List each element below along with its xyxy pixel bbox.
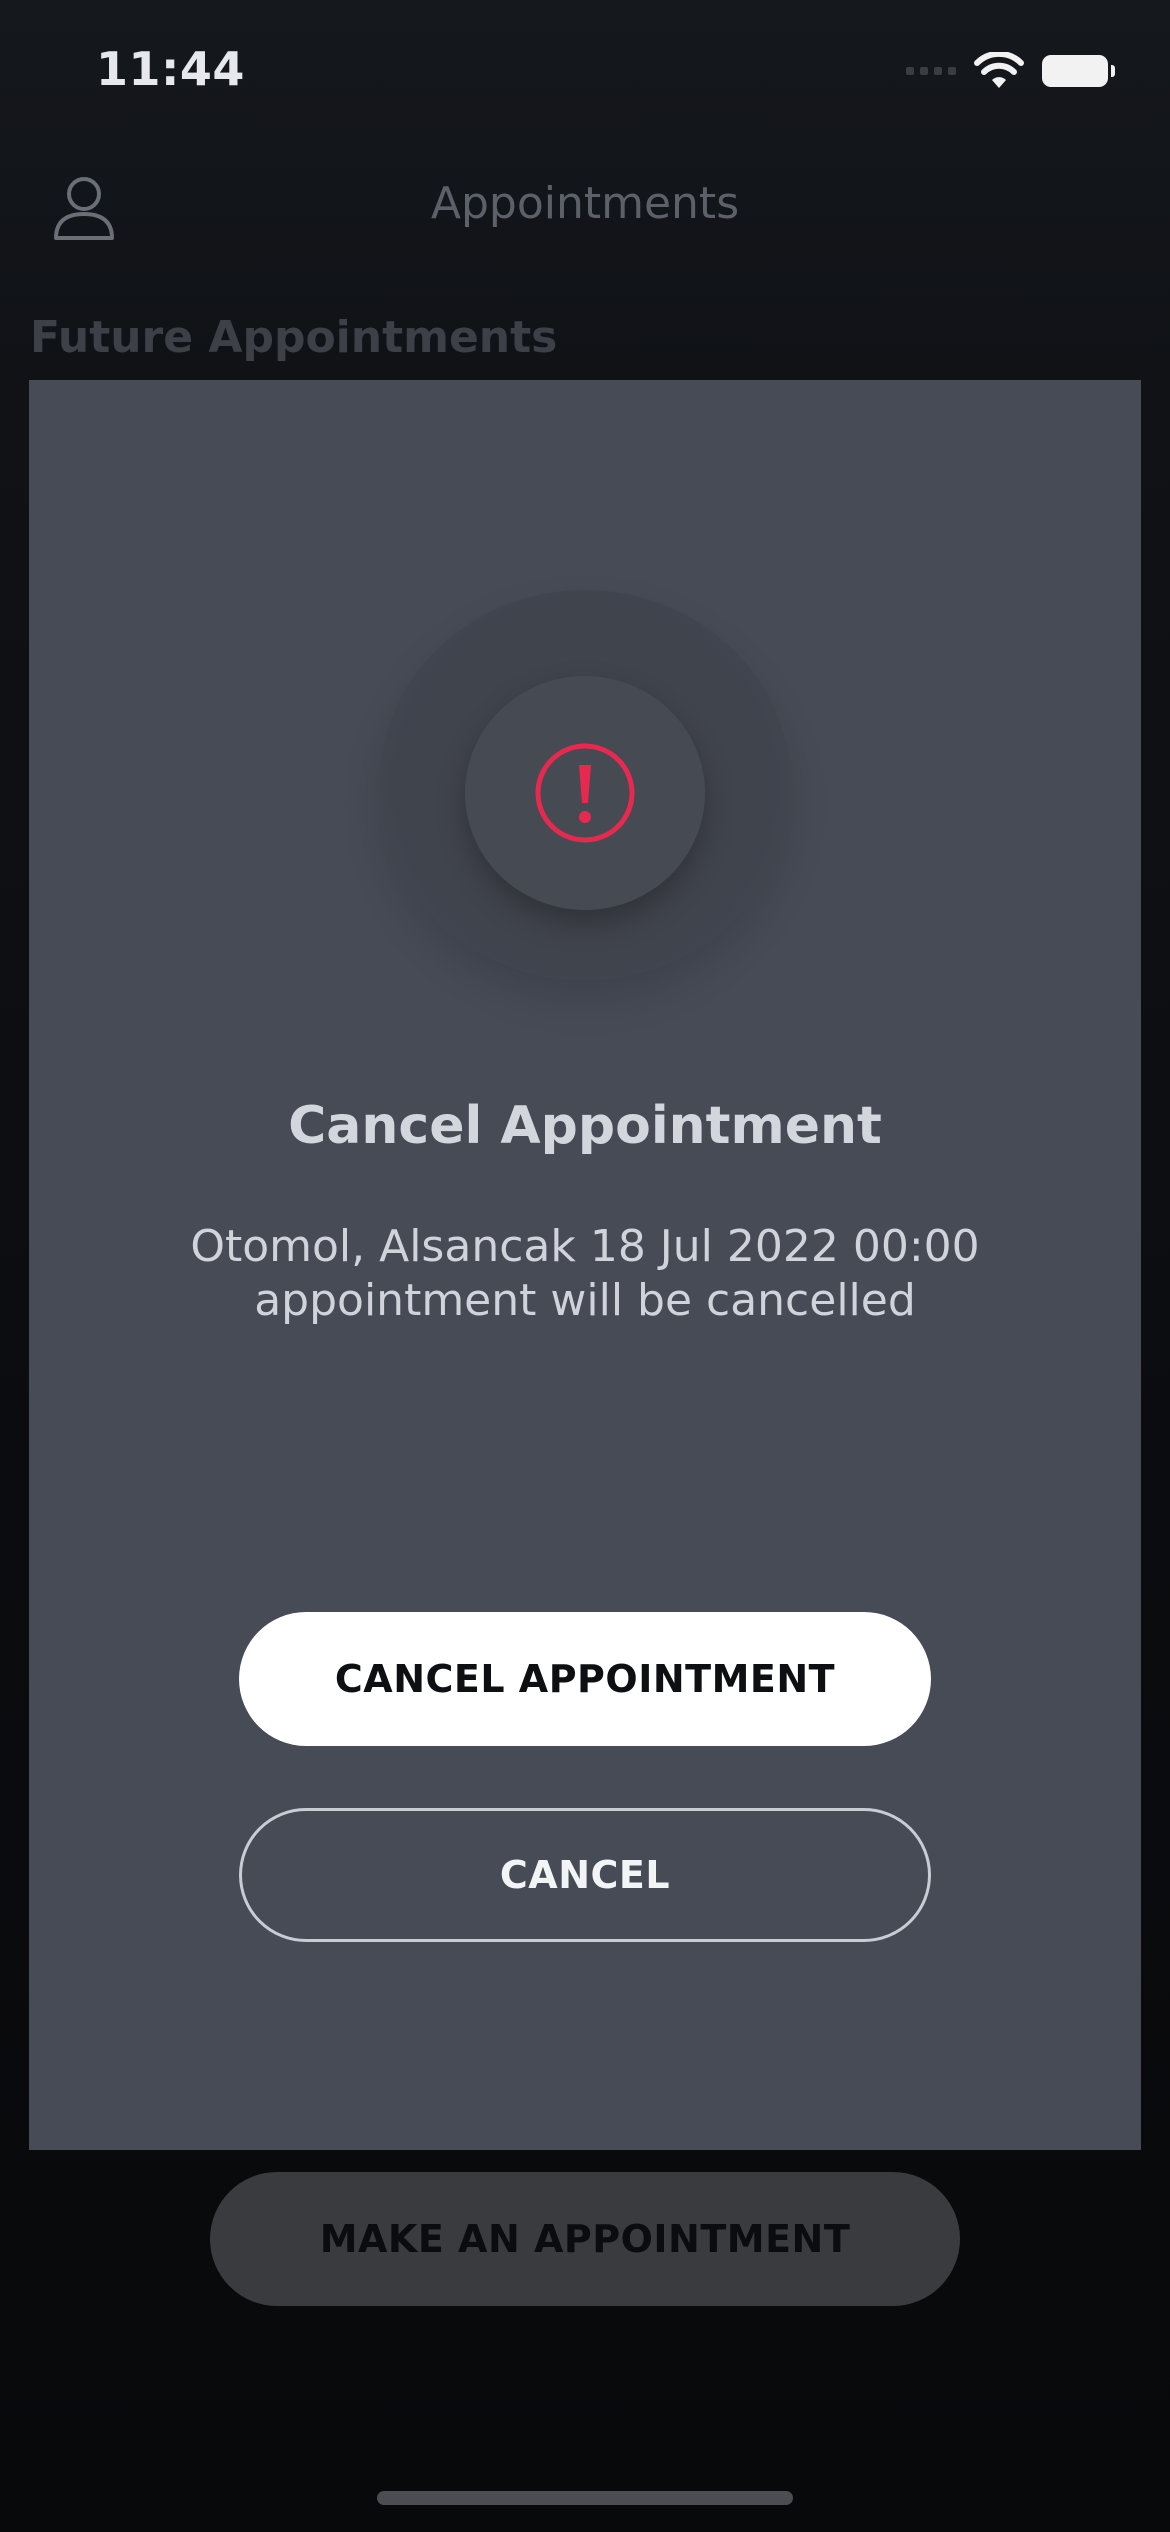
battery-icon [1042,55,1115,87]
cancel-appointment-dialog: Cancel Appointment Otomol, Alsancak 18 J… [29,380,1141,2150]
signal-icon [906,67,956,75]
dialog-title: Cancel Appointment [288,1096,882,1156]
dismiss-button[interactable]: CANCEL [239,1808,931,1942]
home-indicator[interactable] [377,2491,793,2505]
alert-circle-icon [535,743,635,843]
status-time: 11:44 [96,42,245,96]
status-icons [906,52,1115,90]
status-bar: 11:44 [0,0,1170,140]
page-title: Appointments [430,178,740,229]
nav-header: Appointments [0,150,1170,270]
wifi-icon [974,52,1024,88]
section-title: Future Appointments [30,312,558,363]
make-appointment-button[interactable]: MAKE AN APPOINTMENT [210,2172,960,2306]
dialog-message-line-2: appointment will be cancelled [254,1275,916,1326]
cancel-appointment-button[interactable]: CANCEL APPOINTMENT [239,1612,931,1746]
dialog-message: Otomol, Alsancak 18 Jul 2022 00:00 appoi… [129,1220,1041,1328]
dialog-message-line-1: Otomol, Alsancak 18 Jul 2022 00:00 [190,1221,980,1272]
app-screen: 11:44 Appointments Future Appointments C… [0,0,1170,2532]
